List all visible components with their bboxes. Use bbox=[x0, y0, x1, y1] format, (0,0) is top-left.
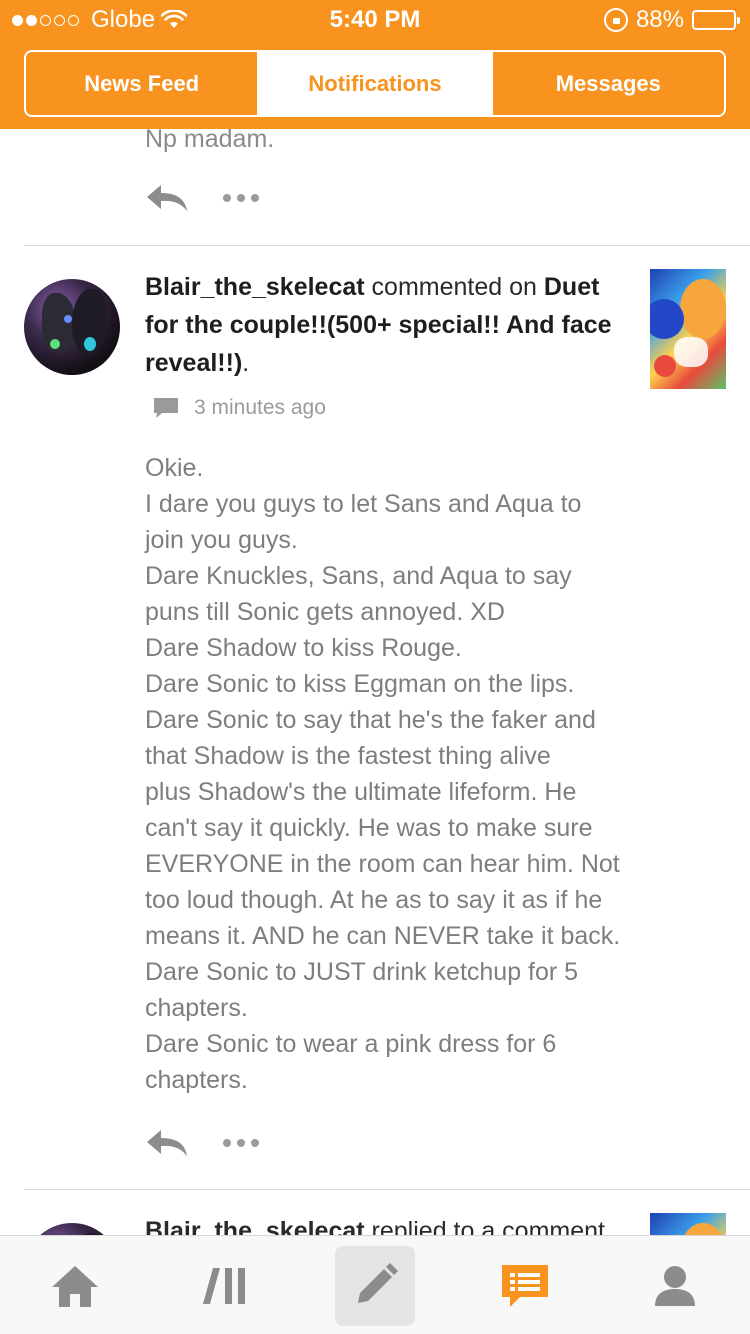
comment-bubble-icon bbox=[154, 398, 178, 418]
feed-tab[interactable] bbox=[186, 1236, 266, 1334]
comment-body[interactable]: Okie. I dare you guys to let Sans and Aqu… bbox=[145, 450, 635, 1098]
comment-line: Dare Sonic to wear a pink dress for 6 bbox=[145, 1030, 557, 1058]
timestamp-row: 3 minutes ago bbox=[152, 396, 326, 420]
comment-line: I dare you guys to let Sans and Aqua to bbox=[145, 490, 582, 518]
battery-icon bbox=[692, 10, 740, 30]
compose-icon bbox=[358, 1262, 398, 1303]
comment-line: chapters. bbox=[145, 994, 248, 1022]
comment-line: Okie. bbox=[145, 454, 204, 482]
app-header: Globe 5:40 PM 88% News Feed Notification… bbox=[0, 0, 750, 129]
comment-line: Dare Sonic to say that he's the faker an… bbox=[145, 706, 596, 734]
comment-line: EVERYONE in the room can hear him. Not bbox=[145, 850, 620, 878]
post-thumbnail[interactable] bbox=[650, 1213, 726, 1235]
comment-line: means it. AND he can NEVER take it back. bbox=[145, 922, 621, 950]
status-bar: Globe 5:40 PM 88% bbox=[0, 0, 750, 40]
timestamp: 3 minutes ago bbox=[194, 396, 326, 419]
comment-line: plus Shadow's the ultimate lifeform. He bbox=[145, 778, 577, 806]
more-options-icon[interactable] bbox=[223, 1139, 259, 1147]
notification-text[interactable]: Blair_the_skelecat commented on Duet for … bbox=[145, 268, 625, 382]
profile-icon bbox=[655, 1265, 695, 1306]
comment-line: Dare Knuckles, Sans, and Aqua to say bbox=[145, 562, 572, 590]
previous-comment-text: Np madam. bbox=[145, 129, 275, 153]
username-link[interactable]: Blair_the_skelecat bbox=[145, 273, 365, 301]
comment-line: Dare Shadow to kiss Rouge. bbox=[145, 634, 462, 662]
notification-action: commented on bbox=[371, 273, 537, 301]
more-options-icon[interactable] bbox=[223, 194, 259, 202]
avatar[interactable] bbox=[24, 279, 120, 375]
status-right: 88% bbox=[603, 6, 740, 34]
compose-tab[interactable] bbox=[335, 1236, 415, 1334]
comment-line: too loud though. At he as to say it as i… bbox=[145, 886, 603, 914]
avatar[interactable] bbox=[24, 1223, 120, 1235]
comment-line: chapters. bbox=[145, 1066, 248, 1094]
rotation-lock-icon bbox=[603, 8, 628, 32]
comment-line: puns till Sonic gets annoyed. XD bbox=[145, 598, 505, 626]
comment-line: that Shadow is the fastest thing alive bbox=[145, 742, 551, 770]
notifications-tab[interactable] bbox=[485, 1236, 565, 1334]
divider bbox=[24, 245, 750, 246]
previous-item-actions bbox=[145, 183, 259, 213]
reply-icon[interactable] bbox=[145, 183, 189, 213]
tab-news-feed[interactable]: News Feed bbox=[26, 52, 257, 115]
notifications-feed[interactable]: Np madam. Blair_the_skelecat commented o… bbox=[0, 129, 750, 1235]
username-link[interactable]: Blair_the_skelecat bbox=[145, 1217, 365, 1235]
bottom-tab-bar bbox=[0, 1235, 750, 1334]
home-icon bbox=[52, 1265, 98, 1307]
comment-line: Dare Sonic to JUST drink ketchup for 5 bbox=[145, 958, 579, 986]
notification-action: replied to a comment bbox=[371, 1217, 605, 1235]
notifications-icon bbox=[502, 1264, 548, 1307]
comment-line: can't say it quickly. He was to make sur… bbox=[145, 814, 593, 842]
profile-tab[interactable] bbox=[635, 1236, 715, 1334]
segmented-tabs: News Feed Notifications Messages bbox=[24, 50, 726, 117]
next-notification-text[interactable]: Blair_the_skelecat replied to a comment bbox=[145, 1217, 605, 1235]
tab-messages[interactable]: Messages bbox=[490, 52, 724, 115]
comment-line: join you guys. bbox=[145, 526, 298, 554]
feed-icon bbox=[203, 1267, 245, 1304]
divider bbox=[24, 1189, 750, 1190]
reply-icon[interactable] bbox=[145, 1128, 189, 1158]
home-tab[interactable] bbox=[35, 1236, 115, 1334]
tab-notifications[interactable]: Notifications bbox=[257, 52, 491, 115]
comment-line: Dare Sonic to kiss Eggman on the lips. bbox=[145, 670, 575, 698]
post-thumbnail[interactable] bbox=[650, 269, 726, 389]
comment-actions bbox=[145, 1128, 259, 1158]
battery-percent: 88% bbox=[635, 6, 684, 33]
